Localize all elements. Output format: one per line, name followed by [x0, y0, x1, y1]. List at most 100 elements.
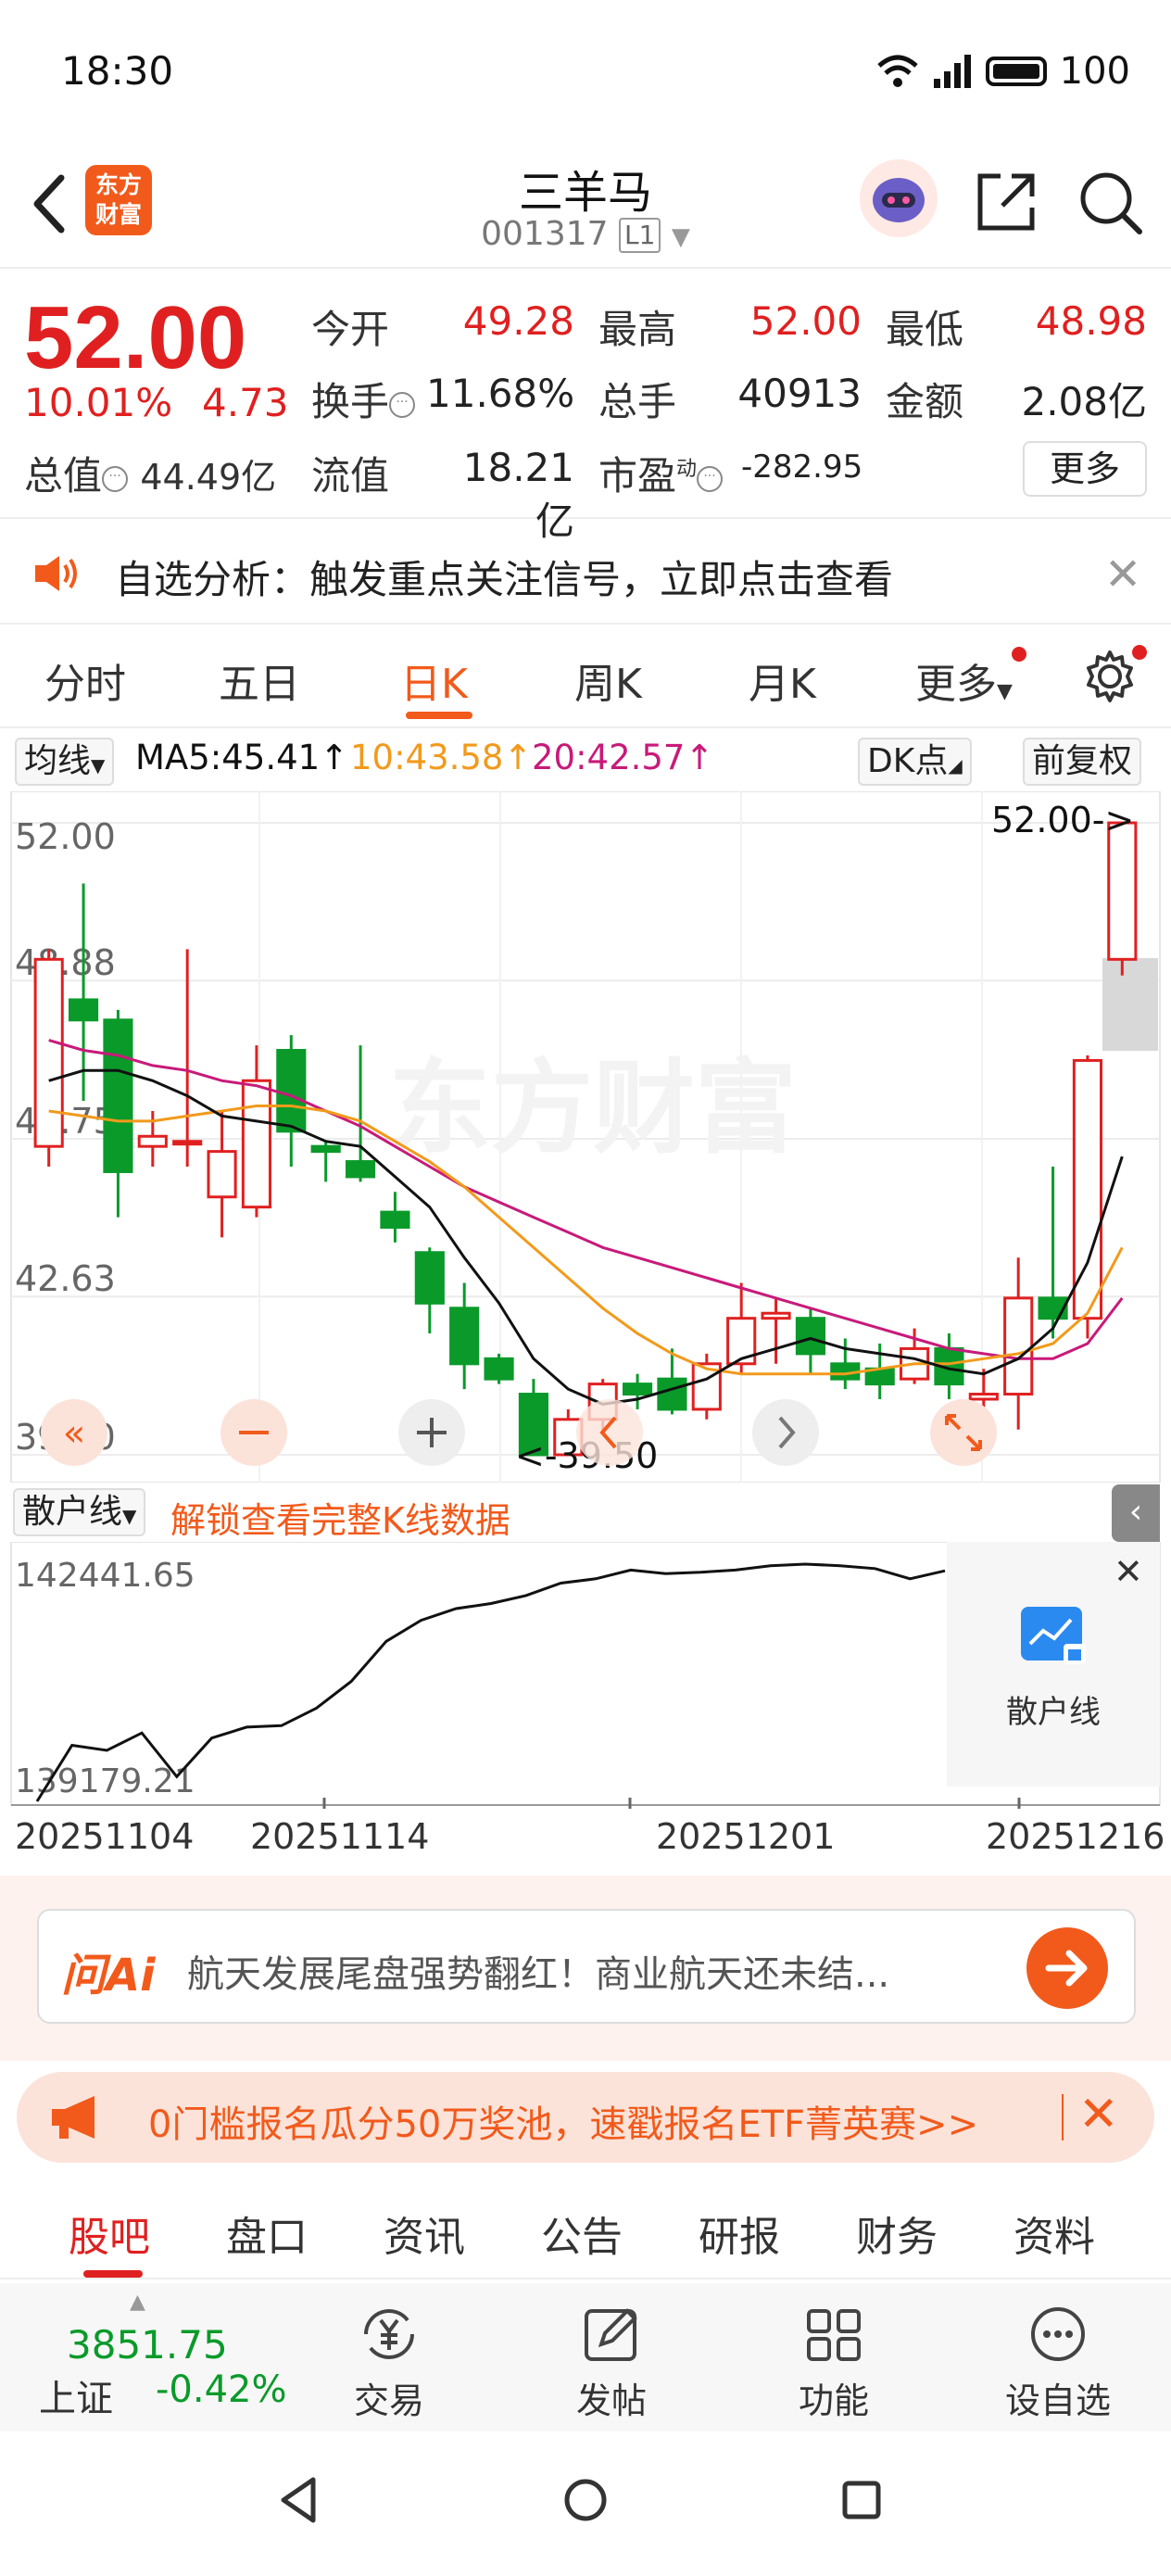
svg-text:«: « [63, 1412, 85, 1455]
assistant-robot-icon[interactable] [860, 159, 938, 237]
search-icon[interactable] [1075, 167, 1145, 237]
signal-icon [933, 55, 971, 88]
ma-indicator-row: 均线▼ MA5:45.41↑ 10:43.58↑ 20:42.57↑ DK点◢ … [0, 732, 1171, 789]
functions-button[interactable]: 功能 [769, 2302, 899, 2423]
y-tick-label: 42.63 [15, 1258, 116, 1299]
highlight-band [1102, 958, 1158, 1051]
alert-text: 自选分析：触发重点关注信号，立即点击查看 [115, 557, 894, 602]
scroll-right-button[interactable] [752, 1399, 819, 1466]
candle-body [276, 1049, 307, 1133]
ma-type-select[interactable]: 均线▼ [15, 738, 115, 786]
candle-body [968, 1393, 999, 1401]
sub-indicator-select[interactable]: 散户线▼ [13, 1488, 146, 1536]
add-watchlist-button[interactable]: 设自选 [993, 2302, 1123, 2423]
alert-banner[interactable]: 自选分析：触发重点关注信号，立即点击查看 ✕ [0, 521, 1171, 625]
candle [380, 1192, 410, 1243]
absolute-change: 4.73 [202, 380, 289, 425]
tab-announcements[interactable]: 公告 [541, 2203, 623, 2263]
sub-chart-header: 散户线▼ 解锁查看完整K线数据 ‹ [0, 1484, 1171, 1543]
amount-label: 金额 [886, 379, 964, 424]
notification-dot [1132, 645, 1147, 660]
candle [622, 1373, 653, 1409]
scroll-left-fast-button[interactable]: « [41, 1399, 107, 1466]
promo-banner[interactable]: 0门槛报名瓜分50万奖池，速戳报名ETF菁英赛>> ✕ [17, 2072, 1154, 2163]
nav-recents-icon[interactable] [839, 2478, 884, 2522]
tab-orderbook[interactable]: 盘口 [226, 2203, 308, 2263]
ai-go-button[interactable] [1026, 1927, 1108, 2009]
nav-back-icon[interactable] [276, 2474, 324, 2526]
ai-question-box[interactable]: 问Ai 航天发展尾盘强势翻红！商业航天还未结... [37, 1909, 1136, 2024]
float-value-label: 流值 [311, 453, 390, 499]
tab-five-day[interactable]: 五日 [219, 650, 300, 710]
caret-up-icon: ▲ [130, 2291, 145, 2314]
candle [484, 1353, 514, 1384]
tab-intraday[interactable]: 分时 [44, 650, 126, 710]
tab-weekly-k[interactable]: 周K [574, 650, 642, 710]
bottom-toolbar: ▲ 3851.75 上证 -0.42% 交易 发帖 功能 设自选 [0, 2283, 1171, 2431]
candle [1107, 821, 1138, 976]
current-price: 52.00 [24, 288, 247, 387]
close-icon[interactable]: ✕ [1104, 549, 1141, 600]
turnover-label: 换手 ··· [311, 371, 416, 427]
adjust-button[interactable]: 前复权 [1023, 738, 1142, 786]
tab-more[interactable]: 更多▼ [915, 650, 1013, 710]
candle [207, 1110, 237, 1238]
status-time: 18:30 [61, 48, 174, 94]
tab-forum[interactable]: 股吧 [69, 2203, 150, 2263]
close-icon[interactable]: ✕ [1078, 2087, 1119, 2142]
share-icon[interactable] [971, 167, 1041, 237]
candle-body [1003, 1296, 1034, 1396]
tab-daily-k[interactable]: 日K [400, 650, 468, 710]
tab-profile[interactable]: 资料 [1014, 2203, 1095, 2263]
candle [345, 1045, 376, 1182]
candle-body [761, 1311, 791, 1320]
tab-research[interactable]: 研报 [699, 2203, 780, 2263]
trade-button[interactable]: 交易 [324, 2302, 454, 2423]
total-value-row: 总值 ··· 44.49亿 [24, 445, 276, 501]
index-change: -0.42% [156, 2368, 287, 2411]
tab-financials[interactable]: 财务 [856, 2203, 938, 2263]
pe-value: -282.95 [741, 448, 863, 486]
post-button[interactable]: 发帖 [547, 2302, 676, 2423]
more-button[interactable]: 更多 [1023, 441, 1147, 497]
collapse-panel-button[interactable]: ‹ [1112, 1484, 1160, 1542]
battery-level: 100 [1059, 50, 1130, 93]
info-dots-icon[interactable]: ··· [697, 465, 724, 492]
candle [33, 949, 64, 1168]
retail-line-lock-panel[interactable]: ✕ 散户线 [947, 1542, 1160, 1787]
tab-news[interactable]: 资讯 [384, 2203, 465, 2263]
scroll-left-button[interactable] [576, 1399, 643, 1466]
open-value: 49.28 [462, 298, 574, 344]
notification-dot [1012, 647, 1026, 662]
y-tick-label: 52.00 [15, 816, 116, 857]
quote-panel: 52.00 10.01% 4.73 总值 ··· 44.49亿 今开 49.28 … [0, 271, 1171, 544]
candle-body [68, 998, 99, 1022]
candle [172, 949, 203, 1168]
candlestick-chart[interactable]: 东方财富 52.0048.8845.7542.6339.50 52.00-> <… [0, 791, 1171, 1483]
grid-apps-icon [807, 2309, 861, 2361]
info-dots-icon[interactable]: ··· [102, 465, 129, 492]
tab-monthly-k[interactable]: 月K [749, 650, 816, 710]
zoom-in-button[interactable] [398, 1399, 465, 1466]
trade-label: 交易 [353, 2380, 424, 2421]
battery-icon [985, 57, 1047, 86]
date-label: 20251114 [250, 1816, 430, 1857]
close-icon[interactable]: ✕ [1114, 1551, 1143, 1592]
ai-question-text: 航天发展尾盘强势翻红！商业航天还未结... [187, 1953, 890, 1996]
candle [310, 1141, 341, 1182]
settings-gear-icon[interactable] [1082, 649, 1138, 704]
post-label: 发帖 [575, 2380, 647, 2421]
dk-point-button[interactable]: DK点◢ [858, 738, 972, 786]
nav-home-icon[interactable] [561, 2476, 610, 2524]
dropdown-icon: ▼ [91, 754, 106, 777]
turnover-value: 11.68% [426, 371, 575, 416]
arrow-right-icon [1045, 1950, 1088, 1987]
info-dots-icon[interactable]: ··· [389, 391, 416, 418]
unlock-kline-link[interactable]: 解锁查看完整K线数据 [170, 1492, 510, 1543]
fullscreen-icon[interactable] [930, 1399, 997, 1466]
status-bar: 18:30 100 [0, 0, 1171, 139]
candle-body [414, 1251, 445, 1305]
candle-body [1107, 821, 1138, 961]
date-axis: 20251104 20251114 20251201 20251216 [0, 1809, 1171, 1874]
zoom-out-button[interactable] [220, 1399, 287, 1466]
